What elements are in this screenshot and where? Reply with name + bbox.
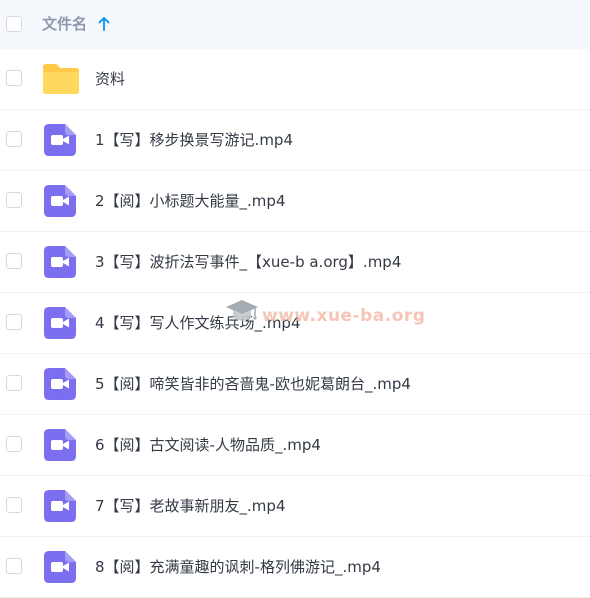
file-name[interactable]: 7【写】老故事新朋友_.mp4 [95, 495, 286, 517]
list-header: 文件名 [0, 0, 590, 49]
file-row[interactable]: 6【阅】古文阅读-人物品质_.mp4 [0, 415, 590, 476]
column-header-filename[interactable]: 文件名 [42, 13, 87, 35]
row-checkbox[interactable] [6, 192, 22, 208]
video-file-icon [44, 124, 76, 156]
file-row[interactable]: 8【阅】充满童趣的讽刺-格列佛游记_.mp4 [0, 537, 590, 598]
file-row[interactable]: 3【写】波折法写事件_【xue-b a.org】.mp4 [0, 232, 590, 293]
arrow-up-icon[interactable] [98, 16, 110, 32]
row-checkbox[interactable] [6, 436, 22, 452]
file-name[interactable]: 3【写】波折法写事件_【xue-b a.org】.mp4 [95, 251, 401, 273]
folder-name[interactable]: 资料 [95, 68, 125, 90]
file-name[interactable]: 6【阅】古文阅读-人物品质_.mp4 [95, 434, 321, 456]
video-file-icon [44, 307, 76, 339]
row-checkbox[interactable] [6, 253, 22, 269]
row-checkbox[interactable] [6, 497, 22, 513]
video-file-icon [44, 551, 76, 583]
file-row[interactable]: 5【阅】啼笑皆非的吝啬鬼-欧也妮葛朗台_.mp4 [0, 354, 590, 415]
file-row[interactable]: 1【写】移步换景写游记.mp4 [0, 110, 590, 171]
folder-row[interactable]: 资料 [0, 49, 590, 110]
folder-icon [43, 64, 79, 94]
row-checkbox[interactable] [6, 314, 22, 330]
select-all-checkbox[interactable] [6, 16, 22, 32]
row-checkbox[interactable] [6, 70, 22, 86]
video-file-icon [44, 368, 76, 400]
file-row[interactable]: 2【阅】小标题大能量_.mp4 [0, 171, 590, 232]
graduation-cap-icon [226, 300, 258, 321]
video-file-icon [44, 429, 76, 461]
file-row[interactable]: 7【写】老故事新朋友_.mp4 [0, 476, 590, 537]
file-name[interactable]: 2【阅】小标题大能量_.mp4 [95, 190, 286, 212]
row-checkbox[interactable] [6, 558, 22, 574]
file-name[interactable]: 1【写】移步换景写游记.mp4 [95, 129, 293, 151]
file-name[interactable]: 8【阅】充满童趣的讽刺-格列佛游记_.mp4 [95, 556, 381, 578]
file-list: 文件名 资料 1【写】移步换景写游记.mp4 2【阅】小标题大能量_.mp4 3… [0, 0, 590, 598]
video-file-icon [44, 246, 76, 278]
file-name[interactable]: 5【阅】啼笑皆非的吝啬鬼-欧也妮葛朗台_.mp4 [95, 373, 411, 395]
video-file-icon [44, 490, 76, 522]
row-checkbox[interactable] [6, 375, 22, 391]
watermark-text: www.xue-ba.org [262, 306, 426, 326]
row-checkbox[interactable] [6, 131, 22, 147]
video-file-icon [44, 185, 76, 217]
watermark: www.xue-ba.org [222, 296, 432, 336]
